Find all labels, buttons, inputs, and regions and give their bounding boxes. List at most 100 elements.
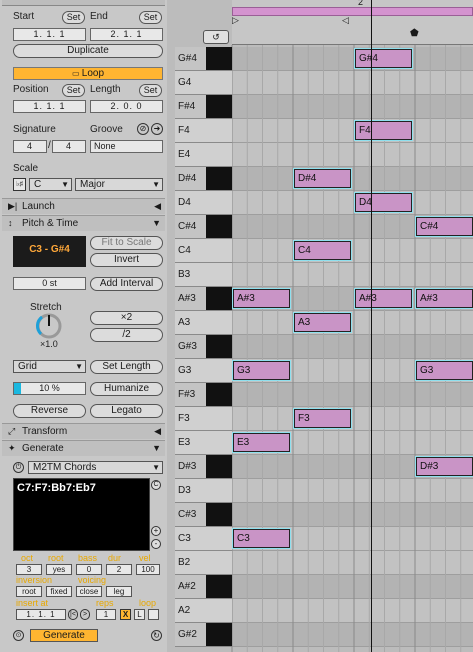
reps-field[interactable]: 1 [96, 609, 116, 620]
signature-denominator[interactable]: 4 [52, 140, 86, 153]
invert-button[interactable]: Invert [90, 253, 163, 267]
divide-two-button[interactable]: /2 [90, 328, 163, 342]
insert-next-icon[interactable]: > [80, 609, 90, 620]
set-length-button[interactable]: Set Length [90, 360, 163, 374]
refresh-icon[interactable]: ↻ [151, 630, 162, 641]
midi-note[interactable]: G#4 [354, 48, 413, 69]
midi-note[interactable]: G3 [415, 360, 473, 381]
loop-brace[interactable] [232, 7, 473, 16]
piano-key[interactable]: B3 [175, 263, 232, 287]
piano-key[interactable]: C#4 [175, 215, 232, 239]
midi-note[interactable]: G3 [232, 360, 291, 381]
piano-key[interactable]: F#4 [175, 95, 232, 119]
end-set-button[interactable]: Set [139, 11, 162, 24]
loop-l-button[interactable]: L [134, 609, 145, 620]
midi-note[interactable]: A#3 [232, 288, 291, 309]
scale-root-select[interactable]: C ▼ [29, 178, 72, 191]
midi-note[interactable]: C4 [293, 240, 352, 261]
midi-note[interactable]: A#3 [354, 288, 413, 309]
loop-extra-button[interactable] [148, 609, 159, 620]
chord-editor[interactable]: C7:F7:Bb7:Eb7 [13, 478, 150, 551]
pitch-section-header[interactable]: ↕ Pitch & Time ▼ [2, 215, 165, 231]
groove-field[interactable]: None [90, 140, 163, 153]
groove-hot-swap-icon[interactable]: ⊘ [137, 123, 149, 135]
duplicate-button[interactable]: Duplicate [13, 44, 163, 58]
chord-clear-button[interactable]: C [151, 480, 161, 490]
piano-key[interactable]: G4 [175, 71, 232, 95]
voicing-close-button[interactable]: close [76, 586, 102, 597]
midi-note[interactable]: C3 [232, 528, 291, 549]
loop-end-marker-icon[interactable]: ⬟ [410, 28, 419, 39]
midi-note[interactable]: F3 [293, 408, 352, 429]
position-field[interactable]: 1. 1. 1 [13, 100, 86, 113]
inversion-root-button[interactable]: root [16, 586, 42, 597]
midi-note[interactable]: D4 [354, 192, 413, 213]
midi-note[interactable]: C#4 [415, 216, 473, 237]
legato-button[interactable]: Legato [90, 404, 163, 418]
groove-arrow-icon[interactable]: ➜ [151, 123, 163, 135]
piano-key[interactable]: D#3 [175, 455, 232, 479]
piano-key[interactable]: C#3 [175, 503, 232, 527]
piano-key[interactable]: G#3 [175, 335, 232, 359]
transform-section-header[interactable]: ⤢ Transform ◀ [2, 423, 165, 439]
length-set-button[interactable]: Set [139, 84, 162, 97]
piano-key[interactable]: G#2 [175, 623, 232, 647]
grid-select[interactable]: Grid ▼ [13, 360, 86, 373]
position-set-button[interactable]: Set [62, 84, 85, 97]
humanize-amount-field[interactable]: 10 % [13, 382, 86, 395]
signature-numerator[interactable]: 4 [13, 140, 47, 153]
generate-button[interactable]: Generate [30, 629, 98, 642]
generate-section-header[interactable]: ✦ Generate ▼ [2, 440, 165, 456]
midi-note[interactable]: E3 [232, 432, 291, 453]
end-field[interactable]: 2. 1. 1 [90, 28, 163, 41]
fit-to-scale-button[interactable]: Fit to Scale [90, 236, 163, 250]
piano-key[interactable]: D4 [175, 191, 232, 215]
humanize-button[interactable]: Humanize [90, 382, 163, 396]
bass-field[interactable]: 0 [76, 564, 102, 575]
piano-key[interactable]: C3 [175, 527, 232, 551]
loop-x-button[interactable]: X [120, 609, 131, 620]
insert-prev-icon[interactable]: |< [68, 609, 78, 620]
ruler[interactable]: 2 ▷ ◁ ⬟ [232, 0, 473, 45]
scale-mode-select[interactable]: Major ▼ [75, 178, 163, 191]
piano-key[interactable]: G#4 [175, 47, 232, 71]
piano-key[interactable]: A2 [175, 599, 232, 623]
device-power-icon[interactable]: ⏻ [13, 462, 24, 473]
stretch-knob[interactable] [35, 312, 63, 340]
add-interval-button[interactable]: Add Interval [90, 277, 163, 291]
launch-section-header[interactable]: ▶| Launch ◀ [2, 198, 165, 214]
vel-field[interactable]: 100 [136, 564, 160, 575]
piano-key[interactable]: E3 [175, 431, 232, 455]
minus-icon[interactable]: - [151, 539, 161, 549]
midi-note[interactable]: A3 [293, 312, 352, 333]
piano-key[interactable]: C4 [175, 239, 232, 263]
midi-note[interactable]: D#4 [293, 168, 352, 189]
multiply-two-button[interactable]: ×2 [90, 311, 163, 325]
follow-toggle[interactable]: ↺ [203, 30, 229, 44]
scale-mode-toggle-icon[interactable]: ♭♯ [13, 178, 26, 191]
piano-key[interactable]: F4 [175, 119, 232, 143]
piano-key[interactable]: B2 [175, 551, 232, 575]
piano-key[interactable]: A#3 [175, 287, 232, 311]
transpose-field[interactable]: 0 st [13, 277, 86, 290]
start-set-button[interactable]: Set [62, 11, 85, 24]
plus-icon[interactable]: + [151, 526, 161, 536]
start-marker-icon[interactable]: ▷ [232, 15, 239, 26]
piano-key[interactable]: A#2 [175, 575, 232, 599]
root-toggle[interactable]: yes [46, 564, 72, 575]
voicing-leg-button[interactable]: leg [106, 586, 132, 597]
dur-field[interactable]: 2 [106, 564, 132, 575]
length-field[interactable]: 2. 0. 0 [90, 100, 163, 113]
start-field[interactable]: 1. 1. 1 [13, 28, 86, 41]
insert-at-field[interactable]: 1. 1. 1 [16, 609, 66, 620]
piano-key[interactable]: G3 [175, 359, 232, 383]
reverse-button[interactable]: Reverse [13, 404, 86, 418]
piano-key[interactable]: A3 [175, 311, 232, 335]
loop-button[interactable]: ▭ Loop [13, 67, 163, 80]
piano-key[interactable]: D3 [175, 479, 232, 503]
piano-key[interactable]: D#4 [175, 167, 232, 191]
piano-key[interactable]: E4 [175, 143, 232, 167]
oct-field[interactable]: 3 [16, 564, 42, 575]
inversion-fixed-button[interactable]: fixed [46, 586, 72, 597]
end-marker-icon[interactable]: ◁ [342, 15, 349, 26]
